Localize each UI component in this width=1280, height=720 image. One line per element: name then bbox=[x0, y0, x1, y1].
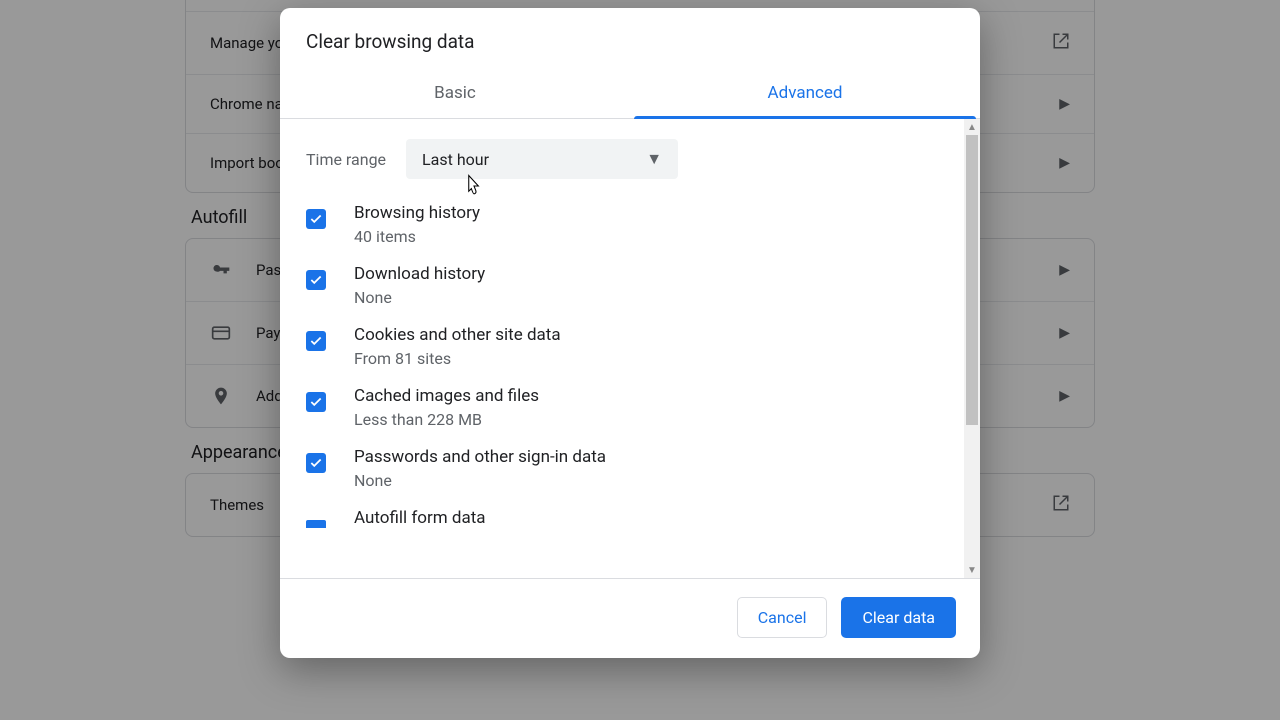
cancel-button[interactable]: Cancel bbox=[737, 597, 828, 638]
tab-advanced[interactable]: Advanced bbox=[630, 71, 980, 118]
checkbox-download-history[interactable] bbox=[306, 270, 326, 290]
time-range-dropdown[interactable]: Last hour ▼ bbox=[406, 139, 678, 179]
scrollbar-down-arrow-icon[interactable]: ▼ bbox=[964, 562, 980, 578]
clear-options-list: Browsing history 40 items Download histo… bbox=[306, 203, 954, 528]
scrollbar-up-arrow-icon[interactable]: ▲ bbox=[964, 119, 980, 135]
clear-browsing-data-dialog: Clear browsing data Basic Advanced Time … bbox=[280, 8, 980, 658]
checkbox-browsing-history[interactable] bbox=[306, 209, 326, 229]
checkbox-passwords[interactable] bbox=[306, 453, 326, 473]
option-download-history[interactable]: Download history None bbox=[306, 264, 954, 307]
dialog-tabs: Basic Advanced bbox=[280, 71, 980, 119]
caret-down-icon: ▼ bbox=[646, 149, 662, 169]
time-range-label: Time range bbox=[306, 150, 386, 169]
dialog-title: Clear browsing data bbox=[280, 8, 980, 71]
option-cached[interactable]: Cached images and files Less than 228 MB bbox=[306, 386, 954, 429]
tab-basic[interactable]: Basic bbox=[280, 71, 630, 118]
scrollbar-thumb[interactable] bbox=[966, 135, 978, 425]
clear-data-button[interactable]: Clear data bbox=[841, 597, 956, 638]
option-passwords[interactable]: Passwords and other sign-in data None bbox=[306, 447, 954, 490]
scrollbar[interactable]: ▲ ▼ bbox=[964, 119, 980, 578]
option-browsing-history[interactable]: Browsing history 40 items bbox=[306, 203, 954, 246]
checkbox-cached[interactable] bbox=[306, 392, 326, 412]
checkbox-cookies[interactable] bbox=[306, 331, 326, 351]
option-autofill[interactable]: Autofill form data bbox=[306, 508, 954, 528]
checkbox-autofill[interactable] bbox=[306, 520, 326, 528]
option-cookies[interactable]: Cookies and other site data From 81 site… bbox=[306, 325, 954, 368]
time-range-value: Last hour bbox=[422, 150, 489, 169]
